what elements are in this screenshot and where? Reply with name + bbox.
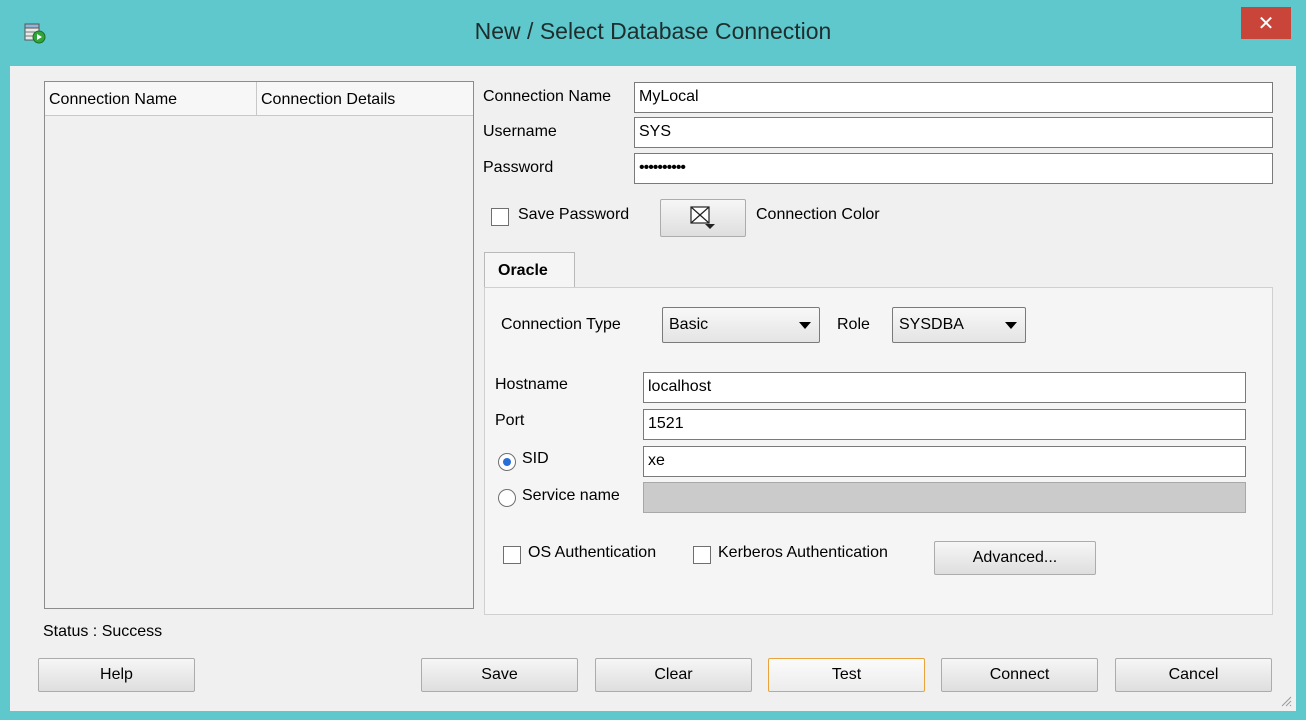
advanced-button[interactable]: Advanced... — [934, 541, 1096, 575]
column-header-connection-details[interactable]: Connection Details — [257, 82, 473, 116]
connection-type-value: Basic — [669, 316, 709, 333]
connection-type-label: Connection Type — [501, 316, 621, 333]
role-select[interactable]: SYSDBA — [892, 307, 1026, 343]
connect-button[interactable]: Connect — [941, 658, 1098, 692]
resize-grip-icon[interactable] — [1280, 695, 1292, 707]
connection-name-field[interactable]: MyLocal — [634, 82, 1273, 113]
service-name-radio[interactable] — [498, 489, 516, 507]
connection-color-button[interactable] — [660, 199, 746, 237]
os-authentication-label: OS Authentication — [528, 544, 657, 561]
connection-name-label: Connection Name — [483, 88, 612, 105]
dialog-body: Connection Name Connection Details Conne… — [10, 66, 1296, 711]
kerberos-authentication-label: Kerberos Authentication — [718, 544, 888, 561]
password-field[interactable]: •••••••••• — [634, 153, 1273, 184]
username-field[interactable]: SYS — [634, 117, 1273, 148]
port-label: Port — [495, 412, 525, 429]
connections-table[interactable]: Connection Name Connection Details — [44, 81, 474, 609]
window-title: New / Select Database Connection — [474, 18, 832, 44]
connection-color-label: Connection Color — [756, 206, 880, 223]
sid-field[interactable]: xe — [643, 446, 1246, 477]
service-name-field[interactable] — [643, 482, 1246, 513]
sid-label: SID — [522, 450, 549, 467]
save-button[interactable]: Save — [421, 658, 578, 692]
kerberos-authentication-checkbox[interactable] — [693, 546, 711, 564]
save-password-checkbox[interactable] — [491, 208, 509, 226]
column-header-connection-name[interactable]: Connection Name — [45, 82, 257, 116]
port-field[interactable]: 1521 — [643, 409, 1246, 440]
chevron-down-icon — [1005, 322, 1017, 329]
tab-oracle[interactable]: Oracle — [484, 252, 575, 288]
password-label: Password — [483, 159, 554, 176]
title-bar[interactable]: New / Select Database Connection ✕ — [0, 0, 1306, 66]
cancel-button[interactable]: Cancel — [1115, 658, 1272, 692]
role-value: SYSDBA — [899, 316, 964, 333]
hostname-field[interactable]: localhost — [643, 372, 1246, 403]
help-button[interactable]: Help — [38, 658, 195, 692]
close-button[interactable]: ✕ — [1241, 7, 1291, 39]
username-label: Username — [483, 123, 557, 140]
hostname-label: Hostname — [495, 376, 568, 393]
clear-button[interactable]: Clear — [595, 658, 752, 692]
status-text: Status : Success — [43, 623, 163, 640]
connection-type-select[interactable]: Basic — [662, 307, 820, 343]
role-label: Role — [837, 316, 870, 333]
color-picker-icon — [690, 206, 715, 229]
test-button[interactable]: Test — [768, 658, 925, 692]
chevron-down-icon — [799, 322, 811, 329]
sid-radio[interactable] — [498, 453, 516, 471]
save-password-label: Save Password — [518, 206, 630, 223]
connections-table-header: Connection Name Connection Details — [45, 82, 473, 116]
os-authentication-checkbox[interactable] — [503, 546, 521, 564]
service-name-label: Service name — [522, 487, 620, 504]
